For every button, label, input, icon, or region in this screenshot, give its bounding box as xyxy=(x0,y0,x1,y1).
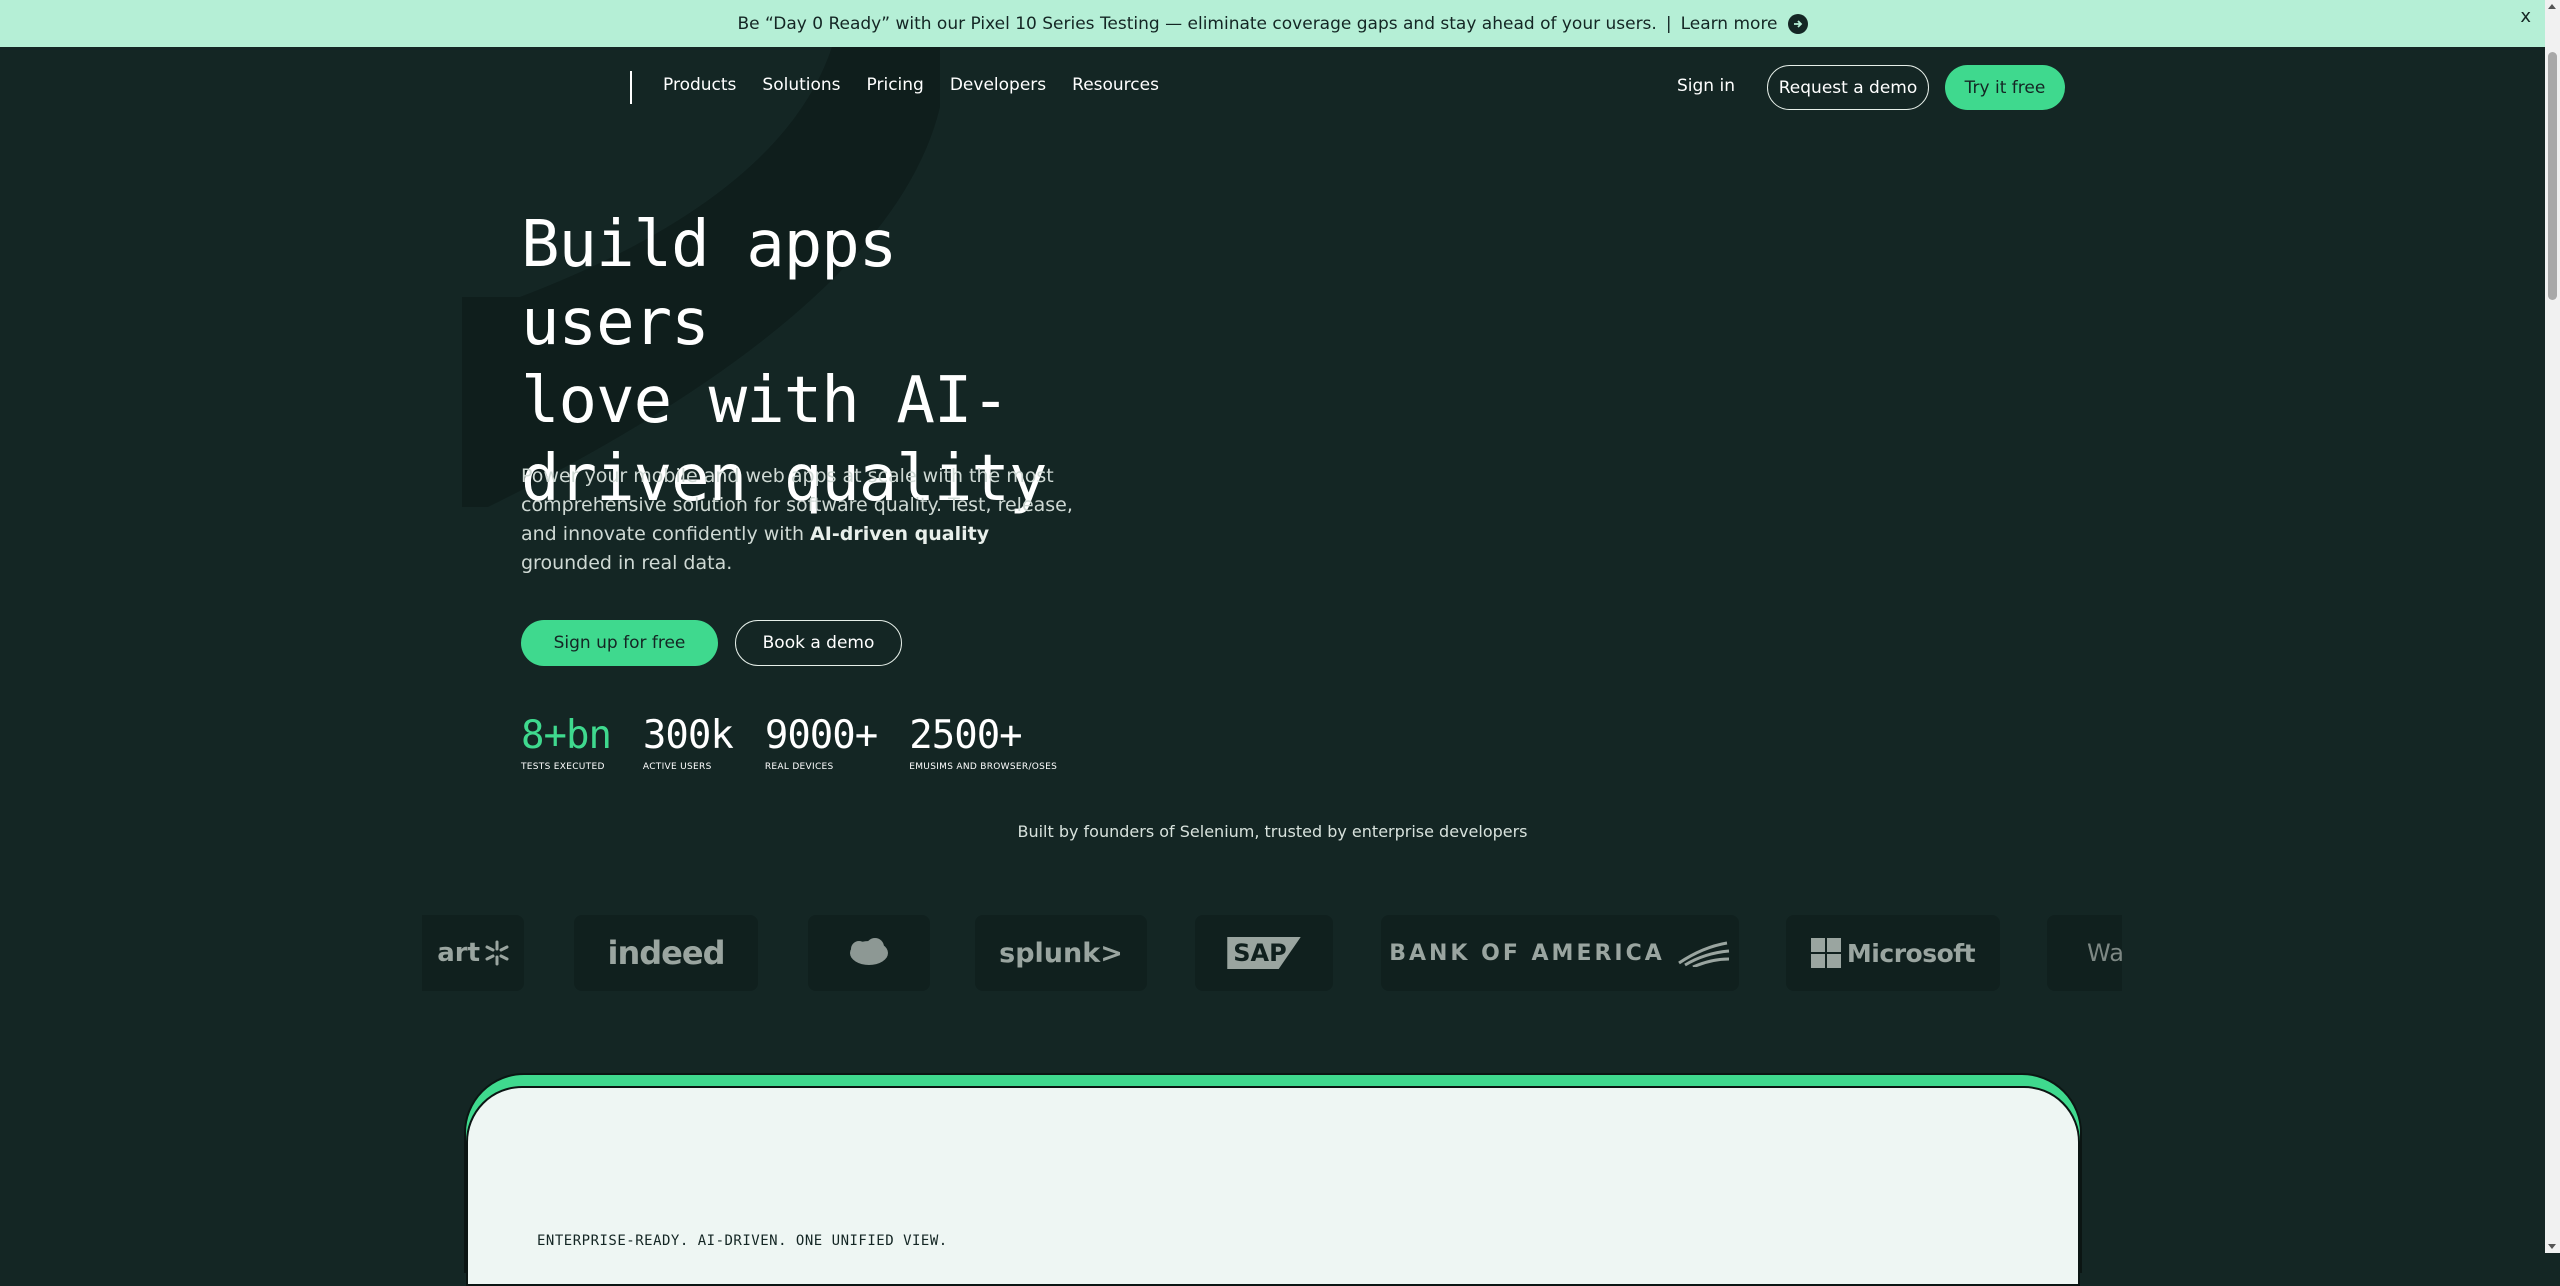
arrow-right-icon xyxy=(1787,13,1808,34)
hero-description: Power your mobile and web apps at scale … xyxy=(521,462,1081,578)
feature-card xyxy=(466,1086,2080,1286)
scrollbar-thumb[interactable] xyxy=(2548,52,2557,300)
stat-active-users: 300k ACTIVE USERS xyxy=(642,712,734,772)
hero-desc-bold: AI-driven quality xyxy=(810,523,990,545)
hero-title-line-2: love with AI- xyxy=(521,364,1010,438)
main-nav: Products Solutions Pricing Developers Re… xyxy=(663,75,1185,95)
nav-item-pricing[interactable]: Pricing xyxy=(867,75,924,95)
banner-learn-more-label: Learn more xyxy=(1680,13,1778,34)
banner-learn-more-link[interactable]: Learn more xyxy=(1680,13,1808,34)
boa-flag-icon xyxy=(1677,941,1729,967)
stat-real-devices: 9000+ REAL DEVICES xyxy=(764,712,878,772)
stat-label: TESTS EXECUTED xyxy=(521,762,605,772)
logo-indeed-text: indeed xyxy=(607,934,726,972)
logo-walmart-right-text: Wal xyxy=(2087,939,2122,967)
nav-item-products[interactable]: Products xyxy=(663,75,736,95)
stat-value: 8+bn xyxy=(521,713,612,758)
section-eyebrow: ENTERPRISE-READY. AI-DRIVEN. ONE UNIFIED… xyxy=(537,1233,948,1249)
nav-item-solutions[interactable]: Solutions xyxy=(762,75,840,95)
nav-item-resources[interactable]: Resources xyxy=(1072,75,1159,95)
logo-bank-of-america: BANK OF AMERICA xyxy=(1381,915,1739,991)
logo-boa-text: BANK OF AMERICA xyxy=(1389,940,1665,966)
stats-row: 8+bn TESTS EXECUTED 300k ACTIVE USERS 90… xyxy=(521,712,1089,772)
logo-walmart-right: Wal xyxy=(2047,915,2122,991)
logo-splunk-text: splunk> xyxy=(999,937,1123,969)
logo-walmart-text: art xyxy=(437,938,480,968)
logo-indeed: indeed xyxy=(574,915,758,991)
banner-close-button[interactable]: x xyxy=(2520,6,2531,27)
nav-divider xyxy=(630,71,632,104)
trusted-by-text: Built by founders of Selenium, trusted b… xyxy=(1017,822,1528,841)
logo-sap: SAP xyxy=(1195,915,1333,991)
stat-label: REAL DEVICES xyxy=(764,762,834,772)
walmart-spark-icon xyxy=(485,940,509,966)
hero-desc-text: Power your mobile and web apps at scale … xyxy=(521,465,1073,545)
request-demo-button[interactable]: Request a demo xyxy=(1767,65,1929,110)
microsoft-windows-icon xyxy=(1810,938,1841,968)
stat-label: EMUSIMS AND BROWSER/OSES xyxy=(909,762,1058,772)
announcement-banner: Be “Day 0 Ready” with our Pixel 10 Serie… xyxy=(0,0,2545,47)
stat-label: ACTIVE USERS xyxy=(642,762,712,772)
stat-value: 9000+ xyxy=(764,713,878,758)
logo-splunk: splunk> xyxy=(975,915,1147,991)
page-scrollbar[interactable] xyxy=(2545,0,2560,1253)
nav-item-developers[interactable]: Developers xyxy=(950,75,1046,95)
try-free-button[interactable]: Try it free xyxy=(1945,65,2065,110)
scroll-up-arrow-icon[interactable] xyxy=(2548,4,2556,9)
stat-value: 2500+ xyxy=(909,713,1022,758)
hero-desc-text-end: grounded in real data. xyxy=(521,552,733,574)
stat-emusims: 2500+ EMUSIMS AND BROWSER/OSES xyxy=(909,712,1057,772)
logo-microsoft: Microsoft xyxy=(1786,915,2000,991)
salesforce-cloud-icon xyxy=(850,938,888,965)
stat-value: 300k xyxy=(642,713,734,758)
stat-tests-executed: 8+bn TESTS EXECUTED xyxy=(521,712,612,772)
scroll-down-arrow-icon[interactable] xyxy=(2548,1244,2556,1249)
hero-title-line-1: Build apps users xyxy=(521,208,897,360)
sign-up-free-button[interactable]: Sign up for free xyxy=(521,620,718,666)
logo-microsoft-text: Microsoft xyxy=(1846,938,1976,968)
sign-in-link[interactable]: Sign in xyxy=(1677,76,1735,96)
logo-salesforce xyxy=(808,915,930,991)
logo-carousel: art indeed splunk> SAP BANK OF AMERICA M… xyxy=(422,915,2122,991)
book-demo-button[interactable]: Book a demo xyxy=(735,620,902,666)
logo-walmart: art xyxy=(422,915,524,991)
banner-text: Be “Day 0 Ready” with our Pixel 10 Serie… xyxy=(737,13,1657,34)
logo-sap-text: SAP xyxy=(1227,937,1301,969)
banner-separator: | xyxy=(1665,13,1672,34)
